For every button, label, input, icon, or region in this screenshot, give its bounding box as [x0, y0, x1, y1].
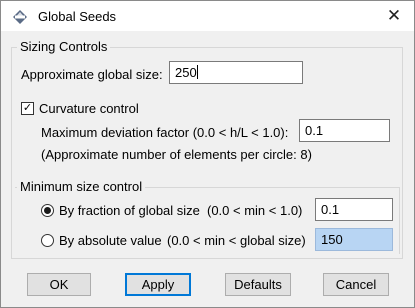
- max-deviation-input[interactable]: 0.1: [299, 119, 390, 142]
- global-seeds-dialog: Global Seeds ✕ Sizing Controls Approxima…: [0, 0, 415, 308]
- check-icon: ✓: [22, 102, 33, 114]
- approx-size-label: Approximate global size:: [21, 67, 163, 82]
- fraction-radio[interactable]: [41, 204, 54, 217]
- absolute-radio[interactable]: [41, 234, 54, 247]
- fraction-input[interactable]: 0.1: [315, 198, 393, 221]
- text-cursor: [196, 65, 198, 79]
- close-button[interactable]: ✕: [374, 1, 414, 31]
- ok-button[interactable]: OK: [27, 273, 91, 296]
- fraction-range-label: (0.0 < min < 1.0): [207, 203, 303, 218]
- min-size-label: Minimum size control: [17, 179, 146, 194]
- curvature-label[interactable]: Curvature control: [39, 101, 139, 116]
- absolute-label[interactable]: By absolute value: [59, 233, 162, 248]
- close-icon: ✕: [386, 6, 402, 25]
- approx-size-input[interactable]: 250: [169, 61, 303, 84]
- defaults-button[interactable]: Defaults: [225, 273, 291, 296]
- elements-per-circle-note: (Approximate number of elements per circ…: [41, 147, 312, 162]
- absolute-input[interactable]: 150: [315, 228, 393, 251]
- absolute-range-label: (0.0 < min < global size): [167, 233, 306, 248]
- window-title: Global Seeds: [38, 9, 117, 24]
- curvature-checkbox[interactable]: ✓: [21, 102, 34, 115]
- fraction-label[interactable]: By fraction of global size: [59, 203, 200, 218]
- absolute-value: 150: [321, 232, 343, 247]
- abaqus-app-icon: [13, 10, 27, 24]
- title-bar[interactable]: Global Seeds ✕: [1, 1, 414, 31]
- fraction-value: 0.1: [321, 202, 340, 217]
- max-deviation-label: Maximum deviation factor (0.0 < h/L < 1.…: [41, 125, 289, 140]
- sizing-controls-label: Sizing Controls: [17, 39, 111, 54]
- cancel-button[interactable]: Cancel: [323, 273, 389, 296]
- max-deviation-value: 0.1: [305, 123, 324, 138]
- approx-size-value: 250: [175, 65, 197, 80]
- apply-button[interactable]: Apply: [125, 273, 191, 296]
